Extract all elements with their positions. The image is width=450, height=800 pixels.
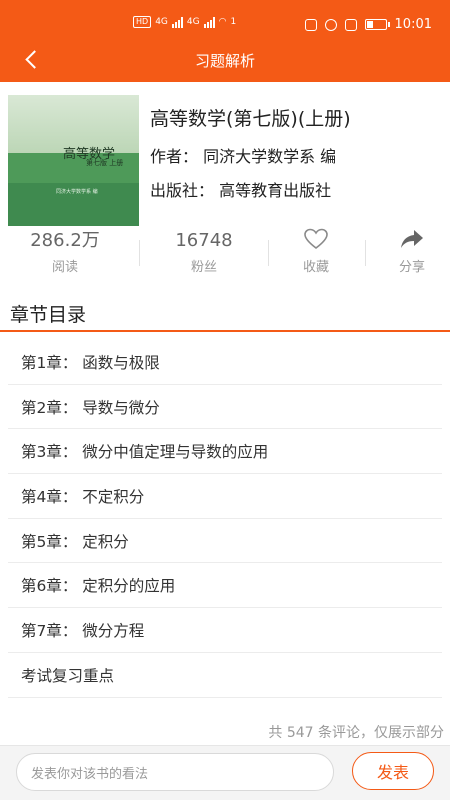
wifi-icon: ◠ bbox=[218, 17, 227, 27]
stat-fans: 16748 粉丝 bbox=[154, 228, 254, 275]
comment-bar: 发表你对该书的看法 发表 bbox=[0, 745, 450, 800]
chapter-item[interactable]: 第4章： 不定积分 bbox=[8, 474, 442, 519]
page-title: 习题解析 bbox=[194, 52, 255, 70]
chapter-item[interactable]: 第2章： 导数与微分 bbox=[8, 385, 442, 430]
signal-icon bbox=[171, 16, 183, 28]
nfc-icon bbox=[304, 18, 317, 31]
book-title: 高等数学(第七版)(上册) bbox=[150, 108, 351, 130]
share-label: 分享 bbox=[398, 260, 425, 275]
stat-reads: 286.2万 阅读 bbox=[15, 228, 115, 275]
fans-count: 16748 bbox=[175, 230, 233, 251]
chapter-item[interactable]: 第3章： 微分中值定理与导数的应用 bbox=[8, 429, 442, 475]
chapter-item[interactable]: 第1章： 函数与极限 bbox=[8, 340, 442, 385]
share-icon bbox=[401, 230, 423, 248]
share-button[interactable]: 分享 bbox=[362, 228, 450, 275]
reads-label: 阅读 bbox=[51, 260, 78, 275]
signal-icon-2 bbox=[203, 16, 215, 28]
network-type-2: 4G bbox=[186, 17, 200, 27]
chapter-item[interactable]: 第5章： 定积分 bbox=[8, 519, 442, 564]
book-cover-image: 高等数学 第七版 上册 同济大学数学系 编 bbox=[8, 95, 139, 226]
hd-badge: HD bbox=[133, 16, 152, 28]
book-publisher: 出版社： 高等教育出版社 bbox=[150, 181, 332, 200]
heart-icon bbox=[304, 228, 328, 250]
reads-count: 286.2万 bbox=[30, 230, 100, 251]
catalog-heading: 章节目录 bbox=[0, 290, 450, 332]
favorite-label: 收藏 bbox=[302, 260, 329, 275]
network-indicators: HD 4G 4G ◠ 1 bbox=[133, 16, 236, 28]
comment-count-note: 共 547 条评论，仅展示部分 bbox=[268, 725, 444, 741]
stats-row: 286.2万 阅读 16748 粉丝 收藏 分享 bbox=[0, 228, 450, 278]
favorite-button[interactable]: 收藏 bbox=[266, 228, 366, 275]
cover-publisher: 同济大学数学系 编 bbox=[56, 189, 98, 195]
chapter-list: 第1章： 函数与极限 第2章： 导数与微分 第3章： 微分中值定理与导数的应用 … bbox=[8, 340, 442, 698]
chapter-item[interactable]: 第7章： 微分方程 bbox=[8, 608, 442, 653]
fans-label: 粉丝 bbox=[190, 260, 217, 275]
exam-review-item[interactable]: 考试复习重点 bbox=[8, 653, 442, 698]
wifi-badge: 1 bbox=[230, 17, 237, 27]
title-bar: 习题解析 bbox=[0, 38, 450, 82]
vibrate-icon bbox=[344, 18, 357, 31]
battery-icon bbox=[364, 19, 390, 30]
clock: 10:01 bbox=[394, 17, 432, 32]
post-button[interactable]: 发表 bbox=[352, 752, 434, 790]
status-bar: HD 4G 4G ◠ 1 10:01 bbox=[0, 0, 450, 38]
catalog-heading-text: 章节目录 bbox=[10, 304, 87, 326]
comment-input[interactable]: 发表你对该书的看法 bbox=[16, 753, 334, 791]
network-type: 4G bbox=[155, 17, 168, 27]
cover-subtitle: 第七版 上册 bbox=[86, 159, 124, 167]
chapter-item[interactable]: 第6章： 定积分的应用 bbox=[8, 563, 442, 609]
divider bbox=[139, 240, 140, 266]
alarm-icon bbox=[324, 18, 337, 31]
book-author: 作者： 同济大学数学系 编 bbox=[150, 147, 337, 166]
